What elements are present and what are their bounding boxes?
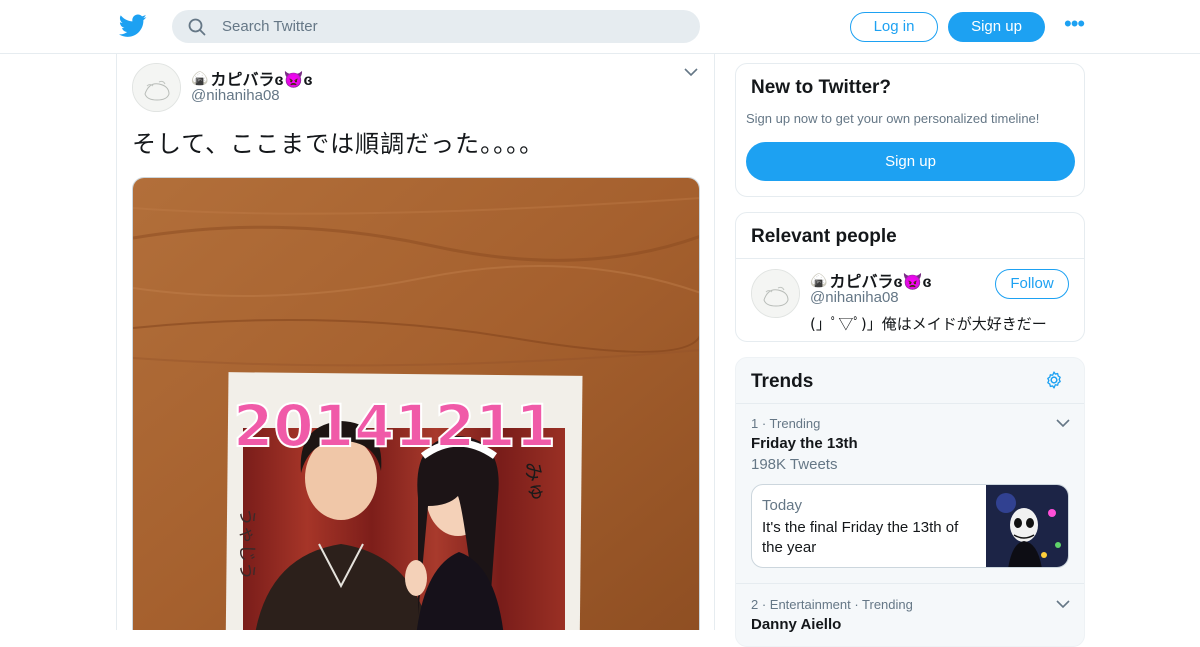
trend-meta: 2 · Entertainment · Trending	[751, 597, 913, 612]
follow-button[interactable]: Follow	[995, 269, 1069, 299]
person-bio: (」ﾟ▽ﾟ)」俺はメイドが大好きだー	[810, 315, 1047, 333]
news-headline: It's the final Friday the 13th of the ye…	[762, 519, 959, 556]
search-input[interactable]	[222, 10, 682, 43]
trend-meta: 1 · Trending	[751, 416, 821, 431]
avatar[interactable]	[132, 63, 181, 112]
news-timestamp: Today	[762, 497, 803, 514]
trend-name[interactable]: Friday the 13th	[751, 435, 858, 452]
trend-name[interactable]: Danny Aiello	[751, 616, 841, 633]
divider	[736, 258, 1084, 259]
top-bar: Log in Sign up •••	[0, 0, 1200, 54]
onigiri-emoji: 🍙	[191, 69, 209, 86]
signup-button[interactable]: Sign up	[948, 12, 1045, 42]
tweet-text: そして、ここまでは順調だった。。。。	[132, 130, 545, 158]
author-handle[interactable]: @nihaniha08	[191, 87, 280, 104]
new-to-twitter-card: New to Twitter? Sign up now to get your …	[735, 63, 1085, 197]
divider	[736, 583, 1084, 584]
card-title: Relevant people	[751, 226, 897, 247]
person-handle[interactable]: @nihaniha08	[810, 289, 899, 306]
trends-card: Trends 1 · Trending Friday the 13th 198K…	[735, 357, 1085, 647]
photo-signature-left: うゃじう	[236, 508, 257, 580]
search-bar[interactable]	[172, 10, 700, 43]
photo-date-text: 20141211	[233, 392, 556, 460]
tweet-photo[interactable]: 20141211 うゃじう みゅ	[132, 177, 700, 630]
trend-news-card[interactable]: Today It's the final Friday the 13th of …	[751, 484, 1069, 568]
card-title: New to Twitter?	[751, 77, 892, 98]
divider	[736, 403, 1084, 404]
twitter-bird-icon[interactable]	[119, 13, 147, 39]
gear-icon[interactable]	[1044, 370, 1064, 390]
chevron-down-icon[interactable]	[1056, 418, 1070, 428]
chevron-down-icon[interactable]	[684, 67, 698, 77]
avatar-sketch-image	[133, 64, 180, 111]
chevron-down-icon[interactable]	[1056, 599, 1070, 609]
photo-image: 20141211 うゃじう みゅ	[133, 178, 699, 630]
news-thumbnail-image	[986, 485, 1068, 567]
onigiri-emoji: 🍙	[810, 271, 828, 288]
relevant-people-card: Relevant people 🍙 カピバラɞ👿ɞ @nihaniha08 (」…	[735, 212, 1085, 342]
more-dots-icon[interactable]: •••	[1064, 13, 1086, 35]
avatar[interactable]	[751, 269, 800, 318]
card-subtitle: Sign up now to get your own personalized…	[746, 111, 1040, 126]
avatar-sketch-image	[752, 270, 799, 317]
signup-card-button[interactable]: Sign up	[746, 142, 1075, 181]
tweet: 🍙 カピバラɞ👿ɞ @nihaniha08 そして、ここまでは順調だった。。。。	[116, 54, 715, 630]
search-icon	[188, 18, 206, 36]
login-button[interactable]: Log in	[850, 12, 938, 42]
trend-tweet-count: 198K Tweets	[751, 456, 838, 473]
card-title: Trends	[751, 371, 814, 392]
